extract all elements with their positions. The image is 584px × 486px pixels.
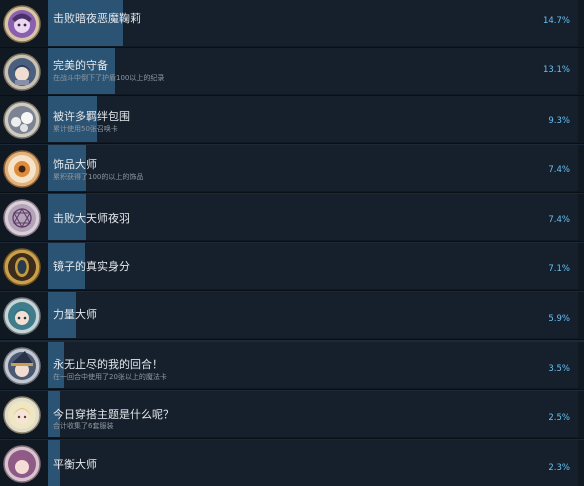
achievement-list: 击败暗夜恶魔鞠莉 14.7% 完美的守备 在战斗中倒下了护盾100以上的纪录 1… (0, 0, 584, 486)
achievement-percent: 7.4% (548, 165, 570, 175)
achievement-percent: 9.3% (548, 116, 570, 126)
witch-hat-girl-achievement-icon (2, 343, 42, 388)
achievement-row[interactable]: 平衡大师 2.3% (0, 440, 584, 486)
achievement-title: 完美的守备 (53, 59, 108, 72)
achievement-row[interactable]: 被许多羁绊包围 累计使用50张召唤卡 9.3% (0, 96, 584, 144)
achievement-percent: 2.3% (548, 463, 570, 473)
achievement-description: 累积获得了100的以上的饰品 (53, 173, 144, 181)
progress-track (48, 48, 578, 94)
achievement-percent: 13.1% (542, 65, 570, 75)
purple-demon-girl-achievement-icon (2, 1, 42, 46)
progress-track (48, 292, 578, 338)
orange-accessory-achievement-icon (2, 146, 42, 191)
achievement-row[interactable]: 力量大师 5.9% (0, 292, 584, 340)
achievement-title: 镜子的真实身分 (53, 260, 130, 273)
white-creature-group-achievement-icon (2, 97, 42, 142)
achievement-title: 击败大天师夜羽 (53, 212, 130, 225)
achievement-description: 在战斗中倒下了护盾100以上的纪录 (53, 74, 165, 82)
blonde-girl-achievement-icon (2, 392, 42, 437)
progress-track (48, 440, 578, 486)
achievement-title: 击败暗夜恶魔鞠莉 (53, 12, 141, 25)
achievement-row[interactable]: 完美的守备 在战斗中倒下了护盾100以上的纪录 13.1% (0, 48, 584, 96)
achievement-title: 饰品大师 (53, 158, 97, 171)
achievement-description: 在一回合中使用了20张以上的魔法卡 (53, 373, 167, 381)
achievement-percent: 3.5% (548, 364, 570, 374)
achievement-row[interactable]: 击败暗夜恶魔鞠莉 14.7% (0, 0, 584, 48)
achievement-percent: 5.9% (548, 314, 570, 324)
achievement-title: 平衡大师 (53, 458, 97, 471)
achievement-row[interactable]: 击败大天师夜羽 7.4% (0, 194, 584, 242)
achievement-percent: 7.1% (548, 264, 570, 274)
teal-haired-girl-achievement-icon (2, 293, 42, 338)
achievement-percent: 7.4% (548, 215, 570, 225)
achievement-row[interactable]: 永无止尽的我的回合！ 在一回合中使用了20张以上的魔法卡 3.5% (0, 342, 584, 390)
achievement-row[interactable]: 今日穿搭主题是什么呢？ 合计收集了6套服装 2.5% (0, 391, 584, 439)
golden-mirror-achievement-icon (2, 244, 42, 289)
achievement-title: 永无止尽的我的回合！ (53, 358, 163, 371)
pink-haired-girl-achievement-icon (2, 441, 42, 486)
achievement-percent: 2.5% (548, 413, 570, 423)
progress-track (48, 145, 578, 191)
magic-circle-achievement-icon (2, 195, 42, 240)
achievement-percent: 14.7% (542, 16, 570, 26)
blue-haired-warrior-achievement-icon (2, 49, 42, 94)
achievement-row[interactable]: 饰品大师 累积获得了100的以上的饰品 7.4% (0, 145, 584, 193)
achievement-description: 累计使用50张召唤卡 (53, 125, 118, 133)
achievement-title: 今日穿搭主题是什么呢？ (53, 408, 174, 421)
achievement-title: 被许多羁绊包围 (53, 110, 130, 123)
achievement-title: 力量大师 (53, 308, 97, 321)
achievement-description: 合计收集了6套服装 (53, 422, 114, 430)
achievement-row[interactable]: 镜子的真实身分 7.1% (0, 243, 584, 291)
